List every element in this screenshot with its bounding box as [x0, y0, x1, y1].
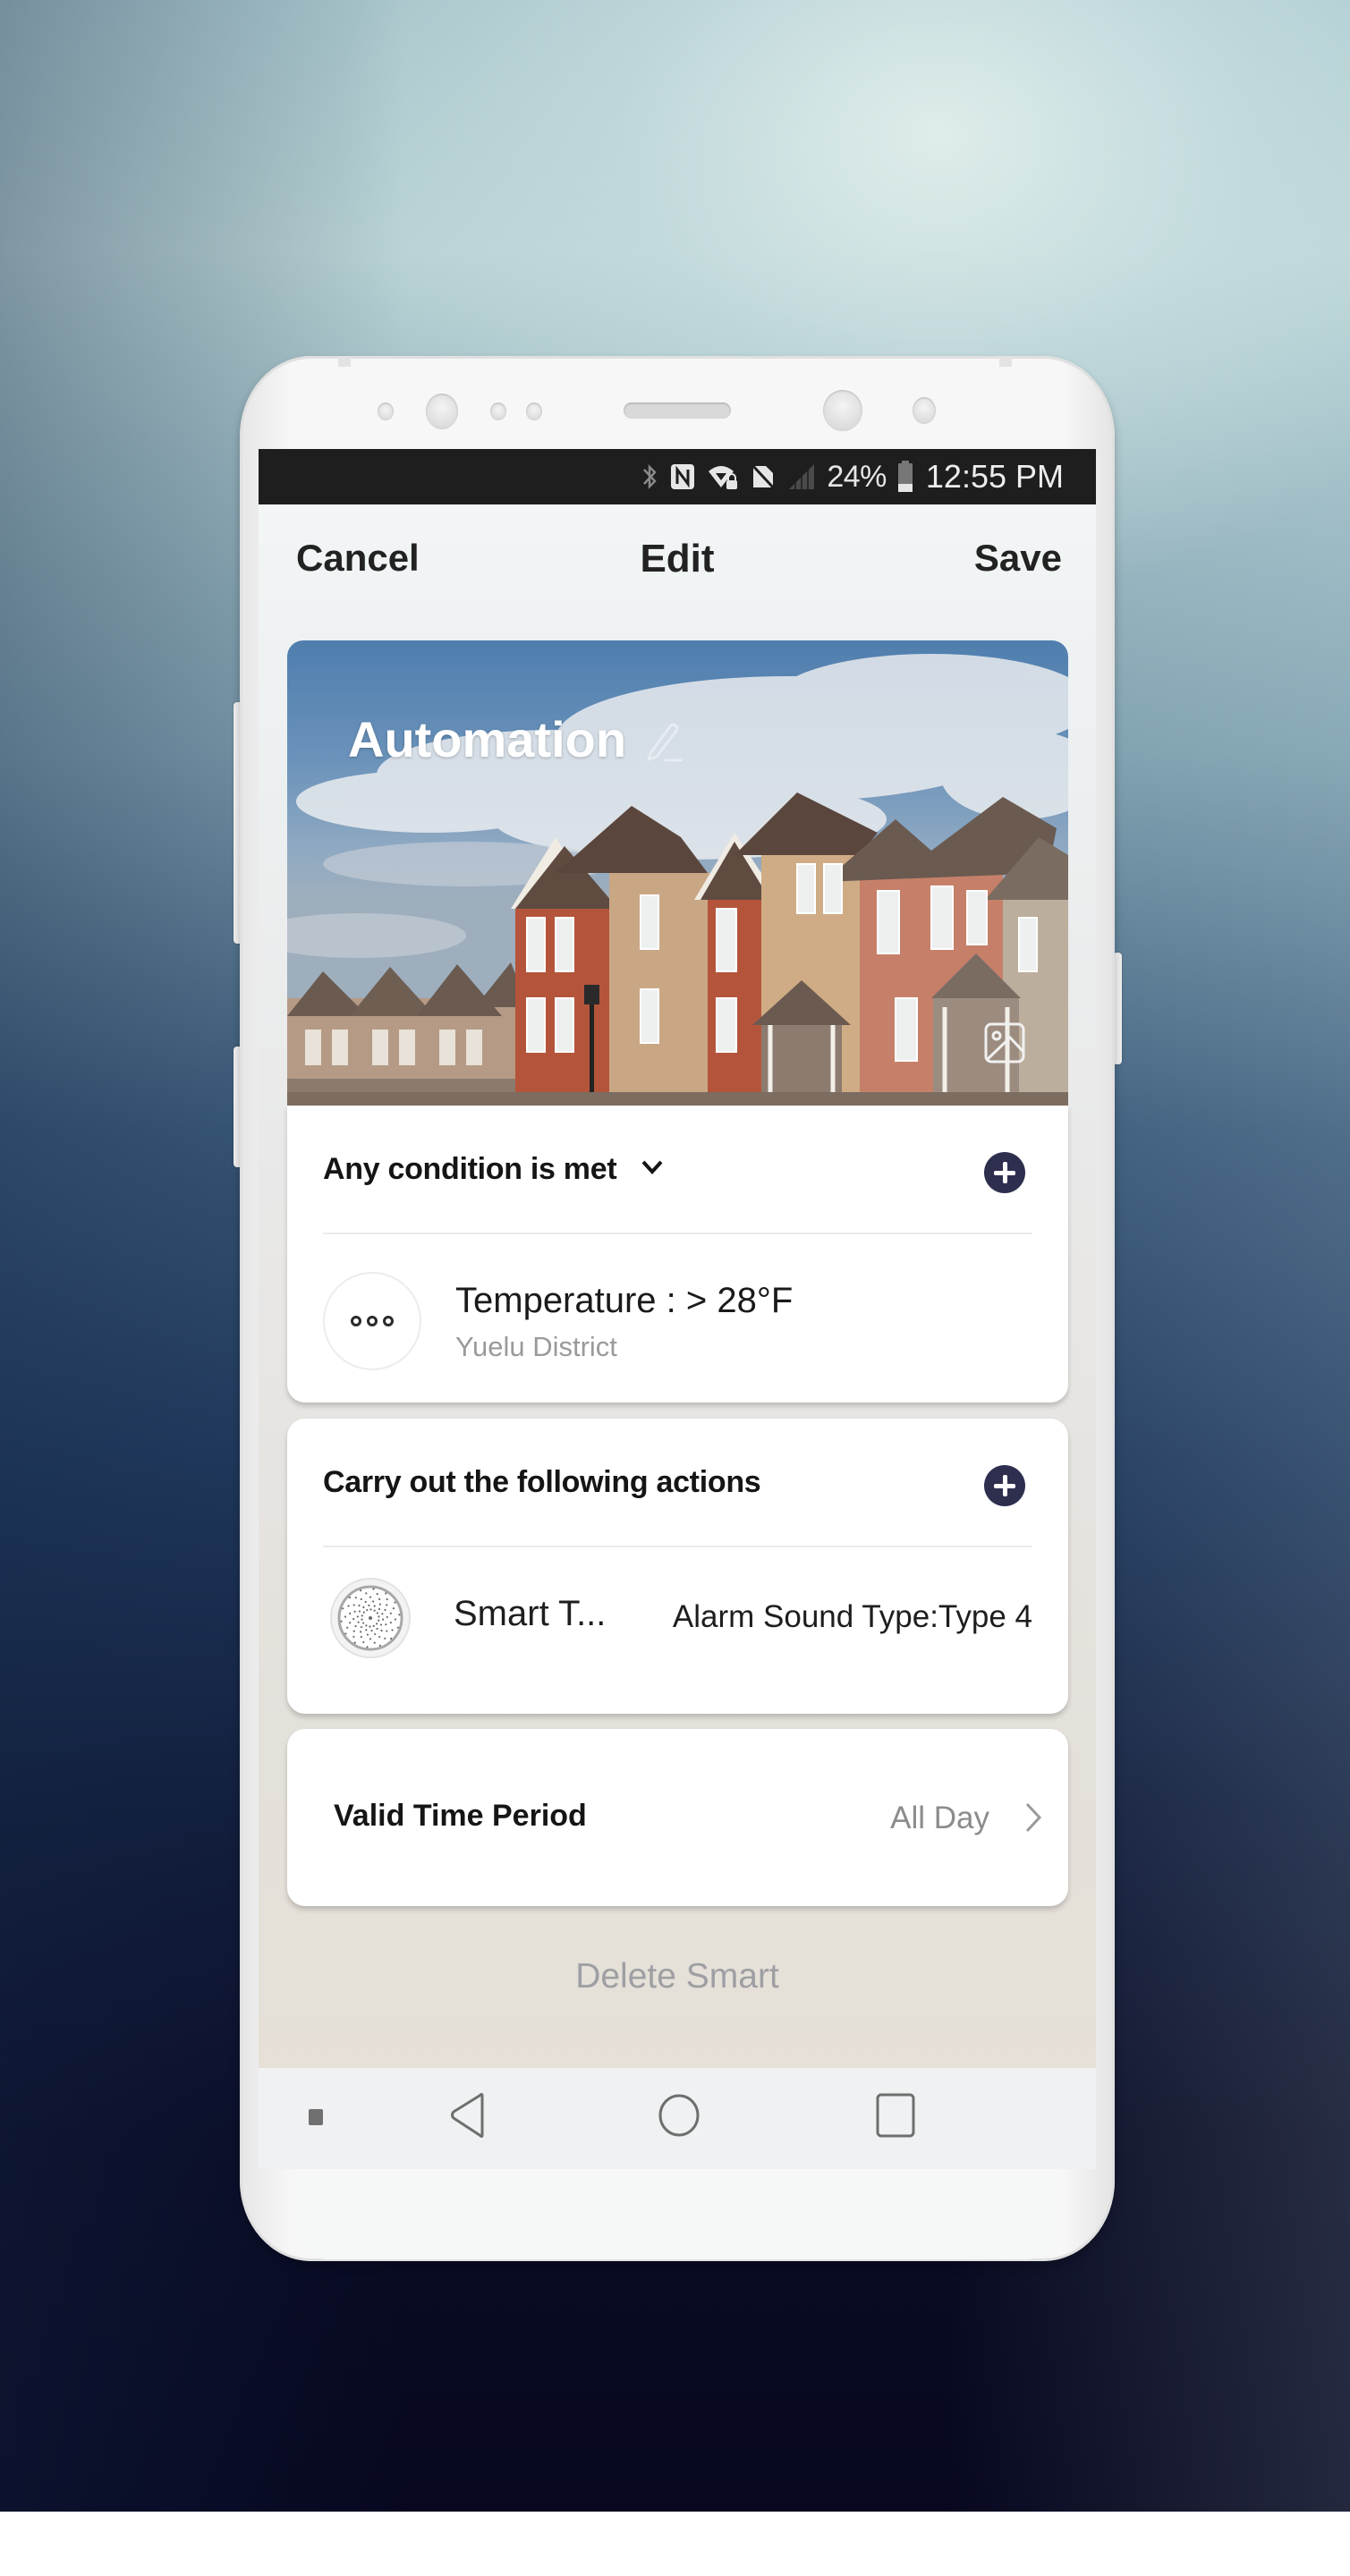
- pencil-icon[interactable]: [643, 719, 686, 764]
- page-title: Edit: [640, 537, 715, 580]
- earpiece-speaker: [624, 402, 731, 419]
- back-icon[interactable]: [448, 2093, 488, 2138]
- page-bottom-margin: [0, 2512, 1350, 2576]
- nav-header: Cancel Edit Save: [259, 504, 1096, 621]
- conditions-card: Any condition is met Temperature : > 28°…: [287, 1106, 1068, 1402]
- add-condition-button[interactable]: [984, 1152, 1025, 1193]
- add-action-button[interactable]: [984, 1465, 1025, 1506]
- antenna-line: [338, 356, 351, 367]
- bluetooth-icon: [641, 462, 658, 492]
- automation-banner: Automation: [287, 640, 1068, 1106]
- condition-location: Yuelu District: [455, 1331, 617, 1362]
- antenna-line: [999, 356, 1012, 367]
- sensor-dot: [378, 402, 394, 420]
- menu-dot-icon[interactable]: [309, 2109, 323, 2127]
- chevron-down-icon[interactable]: [640, 1157, 665, 1177]
- image-icon[interactable]: [983, 1021, 1026, 1064]
- condition-title: Temperature : > 28°F: [455, 1281, 794, 1320]
- wifi-locked-icon: [707, 462, 739, 492]
- android-nav-bar: [259, 2068, 1096, 2169]
- recents-icon[interactable]: [876, 2093, 915, 2138]
- chevron-right-icon: [1025, 1802, 1042, 1833]
- valid-time-value: All Day: [890, 1801, 989, 1835]
- actions-card: Carry out the following actions Smart T.…: [287, 1419, 1068, 1714]
- clock: 12:55 PM: [925, 458, 1064, 495]
- iris-camera: [426, 394, 458, 429]
- smart-siren-icon: [330, 1578, 411, 1658]
- delete-smart-button[interactable]: Delete Smart: [259, 1957, 1096, 1996]
- valid-time-period-row[interactable]: Valid Time Period All Day: [287, 1729, 1068, 1906]
- action-value: Alarm Sound Type:Type 4: [672, 1599, 1032, 1634]
- device-name: Smart T...: [454, 1594, 607, 1633]
- conditions-header: Any condition is met: [323, 1106, 1032, 1234]
- valid-time-label: Valid Time Period: [334, 1799, 587, 1833]
- battery-icon: [897, 461, 913, 492]
- battery-percent: 24%: [827, 459, 887, 494]
- more-dots-icon: [323, 1272, 421, 1370]
- nfc-icon: [669, 462, 696, 492]
- actions-header-label: Carry out the following actions: [323, 1465, 761, 1499]
- status-bar: 24% 12:55 PM: [259, 449, 1096, 504]
- actions-header: Carry out the following actions: [323, 1419, 1032, 1547]
- condition-item[interactable]: Temperature : > 28°F Yuelu District: [323, 1236, 1032, 1402]
- signal-icon: [787, 462, 816, 492]
- no-sim-icon: [750, 462, 777, 492]
- sensor-dot: [913, 397, 936, 424]
- sensor-dot: [526, 402, 542, 420]
- home-icon[interactable]: [658, 2093, 700, 2138]
- action-item[interactable]: Smart T... Alarm Sound Type:Type 4: [323, 1549, 1032, 1716]
- save-button[interactable]: Save: [974, 537, 1062, 580]
- app-screen: 24% 12:55 PM Cancel Edit Save Automation…: [259, 449, 1096, 2169]
- sensor-dot: [490, 402, 506, 420]
- front-camera: [823, 390, 862, 431]
- condition-mode-selector[interactable]: Any condition is met: [323, 1152, 617, 1187]
- phone-chin: [293, 2172, 1061, 2259]
- automation-name[interactable]: Automation: [348, 710, 626, 768]
